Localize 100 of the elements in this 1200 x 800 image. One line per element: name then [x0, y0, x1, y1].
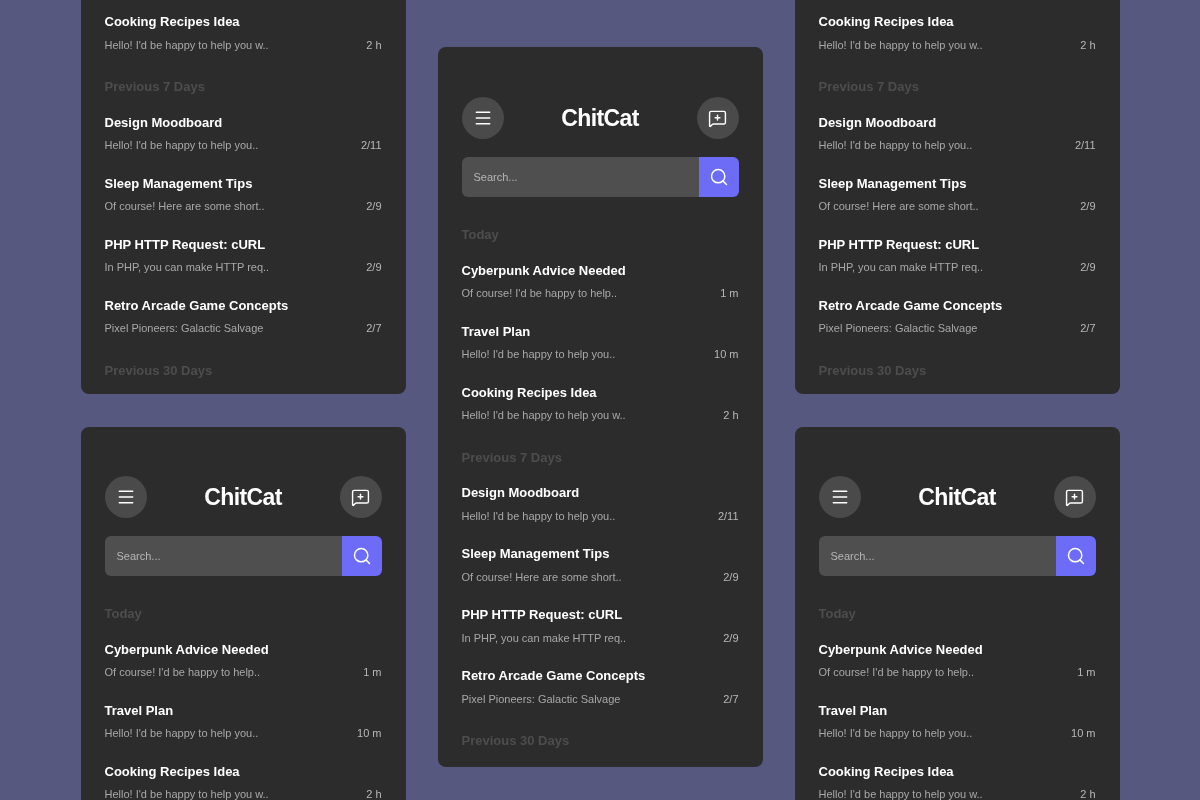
chat-title: Design Moodboard [104, 113, 224, 132]
app-logo: ChitCat [561, 103, 639, 133]
chat-title: PHP HTTP Request: cURL [461, 606, 624, 624]
chat-preview: Hello! I'd be happy to help you.. [818, 138, 973, 153]
chat-item[interactable]: PHP HTTP Request: cURL In PHP, you can make HTTP req.. 2/9 [818, 228, 1096, 290]
chat-title: Retro Arcade Game Concepts [461, 667, 647, 685]
search-button[interactable] [341, 536, 382, 576]
chat-time: 2/9 [1080, 199, 1096, 214]
message-plus-icon [351, 487, 370, 507]
chat-preview: Hello! I'd be happy to help you w.. [104, 787, 269, 800]
chat-item[interactable]: Sleep Management Tips Of course! Here are some short.. 2/9 [818, 167, 1096, 229]
chat-preview: In PHP, you can make HTTP req.. [818, 260, 984, 275]
chat-time: 1 m [720, 286, 739, 301]
chat-preview: Hello! I'd be happy to help you w.. [461, 408, 626, 423]
chat-item[interactable]: PHP HTTP Request: cURL In PHP, you can make HTTP req.. 2/9 [104, 228, 382, 290]
chat-item[interactable]: Travel Plan Hello! I'd be happy to help you.. 10 m [461, 315, 739, 377]
chat-title: Cyberpunk Advice Needed [461, 261, 627, 280]
chat-preview: In PHP, you can make HTTP req.. [104, 260, 270, 275]
chat-item[interactable]: Retro Arcade Game Concepts Pixel Pioneers: Galactic Salvage 2/7 [461, 660, 739, 721]
chat-preview: Of course! Here are some short.. [104, 199, 265, 214]
app-logo: ChitCat [918, 482, 996, 512]
chat-item[interactable]: Travel Plan Hello! I'd be happy to help you.. 10 m [818, 694, 1096, 756]
chat-preview: Hello! I'd be happy to help you w.. [818, 37, 983, 53]
search-button[interactable] [1055, 536, 1096, 576]
chat-title: Travel Plan [818, 701, 889, 720]
search-button[interactable] [698, 157, 739, 197]
chat-title: Sleep Management Tips [461, 545, 611, 563]
search-field[interactable]: Search... [461, 157, 699, 197]
chat-time: 2/7 [1080, 321, 1096, 336]
chat-item[interactable]: Cooking Recipes Idea Hello! I'd be happy to help you w.. 2 h [818, 6, 1096, 67]
chat-preview: Hello! I'd be happy to help you w.. [818, 787, 983, 800]
chat-title: Cooking Recipes Idea [461, 383, 598, 402]
chat-time: 2 h [1080, 37, 1096, 53]
new-chat-button[interactable] [1053, 476, 1096, 518]
chat-title: Retro Arcade Game Concepts [818, 296, 1004, 315]
chat-title: Travel Plan [104, 701, 175, 720]
chat-item[interactable]: Cooking Recipes Idea Hello! I'd be happy to help you w.. 2 h [104, 755, 382, 800]
chat-title: Design Moodboard [818, 113, 938, 132]
chat-preview: Of course! I'd be happy to help.. [104, 665, 261, 680]
chat-item[interactable]: Sleep Management Tips Of course! Here are some short.. 2/9 [461, 538, 739, 599]
chat-preview: Hello! I'd be happy to help you.. [461, 347, 616, 362]
chat-item[interactable]: Travel Plan Hello! I'd be happy to help you.. 10 m [104, 694, 382, 756]
chat-preview: In PHP, you can make HTTP req.. [461, 630, 627, 646]
chat-item[interactable]: Design Moodboard Hello! I'd be happy to help you.. 2/11 [104, 106, 382, 168]
new-chat-button[interactable] [339, 476, 382, 518]
chat-title: PHP HTTP Request: cURL [104, 235, 267, 254]
chat-time: 2/9 [366, 260, 382, 275]
chat-item[interactable]: Cyberpunk Advice Needed Of course! I'd be happy to help.. 1 m [461, 254, 739, 316]
chat-title: Cyberpunk Advice Needed [104, 640, 270, 659]
chat-time: 10 m [714, 347, 739, 362]
chat-preview: Hello! I'd be happy to help you w.. [104, 37, 269, 53]
chat-item[interactable]: Cyberpunk Advice Needed Of course! I'd be happy to help.. 1 m [818, 633, 1096, 695]
chat-title: Cooking Recipes Idea [818, 762, 955, 781]
chat-time: 2 h [723, 408, 739, 423]
app-logo: ChitCat [204, 482, 282, 512]
chat-time: 2 h [366, 37, 382, 53]
chat-item[interactable]: Cooking Recipes Idea Hello! I'd be happy to help you w.. 2 h [818, 755, 1096, 800]
message-plus-icon [708, 108, 727, 128]
chat-time: 2/9 [366, 199, 382, 214]
chat-item[interactable]: Sleep Management Tips Of course! Here are some short.. 2/9 [104, 167, 382, 229]
menu-button[interactable] [461, 97, 504, 139]
chat-item[interactable]: PHP HTTP Request: cURL In PHP, you can make HTTP req.. 2/9 [461, 599, 739, 660]
chat-time: 2 h [1080, 787, 1096, 800]
chat-preview: Of course! I'd be happy to help.. [461, 286, 618, 301]
message-plus-icon [1065, 487, 1084, 507]
search-field[interactable]: Search... [818, 536, 1056, 576]
chat-time: 1 m [1077, 665, 1096, 680]
search-field[interactable]: Search... [104, 536, 342, 576]
chat-preview: Hello! I'd be happy to help you.. [461, 508, 616, 524]
chat-title: Travel Plan [461, 322, 532, 341]
chat-preview: Pixel Pioneers: Galactic Salvage [461, 691, 621, 707]
chat-item[interactable]: Retro Arcade Game Concepts Pixel Pioneers: Galactic Salvage 2/7 [818, 289, 1096, 351]
chat-title: PHP HTTP Request: cURL [818, 235, 981, 254]
chat-time: 1 m [363, 665, 382, 680]
chat-title: Cyberpunk Advice Needed [818, 640, 984, 659]
chat-preview: Pixel Pioneers: Galactic Salvage [818, 321, 978, 336]
menu-button[interactable] [818, 476, 861, 518]
chat-time: 2/9 [723, 630, 739, 646]
chat-item[interactable]: Design Moodboard Hello! I'd be happy to help you.. 2/11 [461, 477, 739, 538]
chat-preview: Of course! Here are some short.. [461, 569, 622, 585]
chat-item[interactable]: Cyberpunk Advice Needed Of course! I'd be happy to help.. 1 m [104, 633, 382, 695]
chat-time: 10 m [357, 726, 382, 741]
chat-item[interactable]: Cooking Recipes Idea Hello! I'd be happy to help you w.. 2 h [104, 6, 382, 67]
chat-title: Sleep Management Tips [818, 174, 968, 193]
chat-item[interactable]: Retro Arcade Game Concepts Pixel Pioneers: Galactic Salvage 2/7 [104, 289, 382, 351]
chat-time: 2/9 [1080, 260, 1096, 275]
chat-time: 2 h [366, 787, 382, 800]
chat-preview: Hello! I'd be happy to help you.. [104, 726, 259, 741]
chat-item[interactable]: Cooking Recipes Idea Hello! I'd be happy to help you w.. 2 h [461, 376, 739, 438]
chat-time: 2/11 [717, 508, 739, 524]
chat-item[interactable]: Design Moodboard Hello! I'd be happy to help you.. 2/11 [818, 106, 1096, 168]
search-icon [708, 167, 729, 187]
new-chat-button[interactable] [696, 97, 739, 139]
chat-preview: Of course! I'd be happy to help.. [818, 665, 975, 680]
chat-title: Cooking Recipes Idea [104, 762, 241, 781]
search-icon [351, 546, 372, 566]
chat-title: Cooking Recipes Idea [104, 13, 241, 31]
chat-preview: Hello! I'd be happy to help you.. [818, 726, 973, 741]
chat-preview: Of course! Here are some short.. [818, 199, 979, 214]
menu-button[interactable] [104, 476, 147, 518]
